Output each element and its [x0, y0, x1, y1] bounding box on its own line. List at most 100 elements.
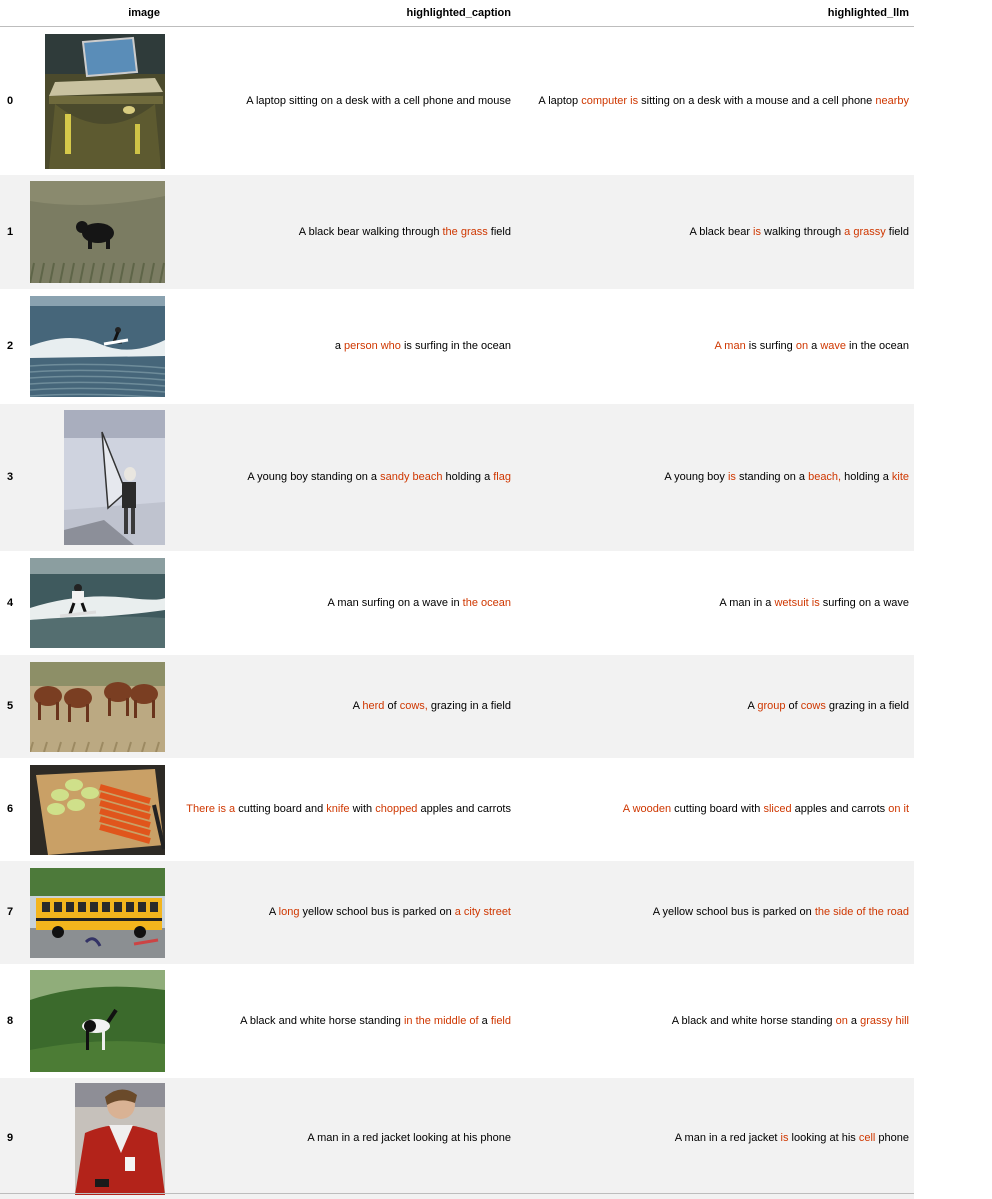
highlighted-caption-cell: A long yellow school bus is parked on a …	[165, 861, 516, 964]
caption-text: a	[808, 340, 821, 352]
highlighted-text: on	[795, 340, 809, 352]
table-row: 3 A young boy standing on a sandy beach h…	[0, 403, 914, 551]
image-cell	[20, 289, 165, 404]
caption-text: is surfing in the ocean	[400, 340, 511, 352]
caption-text: sitting on a desk with a mouse and a cel…	[638, 94, 876, 107]
highlighted-text: field	[490, 1014, 511, 1027]
highlighted-text: There is a	[186, 803, 236, 815]
highlighted-text: cows	[800, 700, 826, 712]
table-body: 0 A laptop sitting on a desk with a cell …	[0, 27, 914, 1199]
column-header-image: image	[20, 0, 165, 27]
caption-text: grazing in a field	[427, 700, 511, 712]
column-header-highlighted-llm: highlighted_llm	[516, 0, 914, 27]
highlighted-text: sliced	[763, 803, 792, 815]
highlighted-caption-cell: A man in a red jacket looking at his pho…	[165, 1078, 516, 1199]
caption-text: cutting board and	[235, 803, 327, 815]
caption-text: apples and carrots	[417, 803, 511, 815]
caption-text: A	[747, 700, 758, 712]
header-row: image highlighted_caption highlighted_ll…	[0, 0, 914, 27]
highlighted-text: herd	[362, 700, 385, 712]
caption-text: phone	[875, 1132, 909, 1144]
table-row: 8 A black and white horse standing in the…	[0, 964, 914, 1078]
caption-text: A black and white horse standing	[671, 1014, 836, 1027]
row-index: 7	[7, 906, 14, 918]
caption-text: A black bear walking through	[298, 225, 443, 238]
image-cell	[20, 404, 165, 551]
caption-text: A young boy	[664, 471, 728, 483]
highlighted-text: grassy hill	[860, 1014, 909, 1027]
highlighted-caption-cell: A man surfing on a wave in the ocean	[165, 551, 516, 655]
highlighted-caption-cell: A young boy standing on a sandy beach ho…	[165, 404, 516, 551]
highlighted-text: nearby	[875, 94, 909, 107]
caption-text: holding a	[442, 471, 494, 483]
row-index: 8	[7, 1014, 14, 1027]
highlighted-text: flag	[493, 471, 511, 483]
caption-text: looking at his	[788, 1132, 859, 1144]
image-cell	[20, 175, 165, 289]
table-row: 6 There is a cutting board and knife with…	[0, 758, 914, 861]
highlighted-llm-cell: A man is surfing on a wave in the ocean	[516, 289, 914, 404]
caption-text: yellow school bus is parked on	[299, 906, 455, 918]
table-row: 0 A laptop sitting on a desk with a cell …	[0, 27, 914, 175]
highlighted-text: kite	[891, 471, 909, 483]
caption-text: A black bear	[689, 225, 754, 238]
highlighted-llm-cell: A man in a wetsuit is surfing on a wave	[516, 551, 914, 655]
caption-text: A man in a red jacket looking at his pho…	[307, 1132, 511, 1144]
highlighted-text: cows,	[399, 700, 428, 712]
caption-text: a	[847, 1014, 861, 1027]
image-cell	[20, 1078, 165, 1199]
highlighted-llm-cell: A yellow school bus is parked on the sid…	[516, 861, 914, 964]
highlighted-text: in the middle of	[403, 1014, 479, 1027]
caption-text: standing on a	[735, 471, 809, 483]
highlighted-text: beach,	[808, 471, 842, 483]
man-red-jacket-phone-thumbnail	[75, 1082, 165, 1195]
caption-text: in the ocean	[846, 340, 909, 352]
table-row: 4A man surfing on a wave in the ocean A m…	[0, 551, 914, 655]
row-index: 9	[7, 1132, 14, 1144]
highlighted-text: is	[727, 471, 736, 483]
caption-text: A man in a red jacket	[674, 1132, 781, 1144]
caption-text: holding a	[841, 471, 892, 483]
caption-text: a	[334, 340, 345, 352]
table-row: 5A herd of cows, grazing in a field A gro…	[0, 654, 914, 758]
table-row: 7 A long yellow school bus is parked on a…	[0, 860, 914, 964]
table-row: 1 A black bear walking through the grass …	[0, 174, 914, 289]
caption-text: A laptop	[538, 94, 582, 107]
caption-text: A man in a	[719, 596, 775, 609]
highlighted-llm-cell: A black bear is walking through a grassy…	[516, 175, 914, 289]
caption-text: field	[487, 225, 511, 238]
caption-text: A yellow school bus is parked on	[652, 906, 815, 918]
table-row: 9 A man in a red jacket looking at his ph…	[0, 1077, 914, 1199]
caption-text: A laptop sitting on a desk with a cell p…	[246, 94, 511, 107]
caption-text: is surfing	[745, 340, 796, 352]
caption-text: a	[478, 1014, 491, 1027]
caption-text: walking through	[761, 225, 845, 238]
highlighted-text: wetsuit is	[774, 596, 820, 609]
highlighted-text: A man	[714, 340, 746, 352]
column-header-highlighted-caption: highlighted_caption	[165, 0, 516, 27]
row-index: 4	[7, 596, 14, 609]
highlighted-llm-cell: A man in a red jacket is looking at his …	[516, 1078, 914, 1199]
yellow-school-bus-thumbnail	[30, 867, 165, 958]
table-bottom-rule	[0, 1193, 914, 1194]
highlighted-llm-cell: A wooden cutting board with sliced apple…	[516, 758, 914, 861]
image-cell	[20, 964, 165, 1078]
image-cell	[20, 551, 165, 655]
laptop-on-desk-thumbnail	[45, 33, 165, 169]
surfer-in-ocean-thumbnail	[30, 296, 165, 397]
highlighted-text: sandy beach	[380, 471, 443, 483]
image-cell	[20, 27, 165, 175]
caption-text: A	[352, 700, 363, 712]
highlighted-text: wave	[820, 340, 846, 352]
highlighted-caption-cell: A black bear walking through the grass f…	[165, 175, 516, 289]
highlighted-text: person who	[344, 340, 401, 352]
row-index: 3	[7, 471, 14, 483]
highlighted-text: the side of the road	[814, 906, 909, 918]
highlighted-caption-cell: a person who is surfing in the ocean	[165, 289, 516, 404]
boy-with-kite-on-beach-thumbnail	[64, 410, 165, 545]
highlighted-caption-cell: A herd of cows, grazing in a field	[165, 655, 516, 758]
image-cell	[20, 655, 165, 758]
highlighted-text: on it	[888, 803, 909, 815]
highlighted-text: a city street	[454, 906, 511, 918]
cutting-board-apples-carrots-thumbnail	[30, 764, 165, 855]
